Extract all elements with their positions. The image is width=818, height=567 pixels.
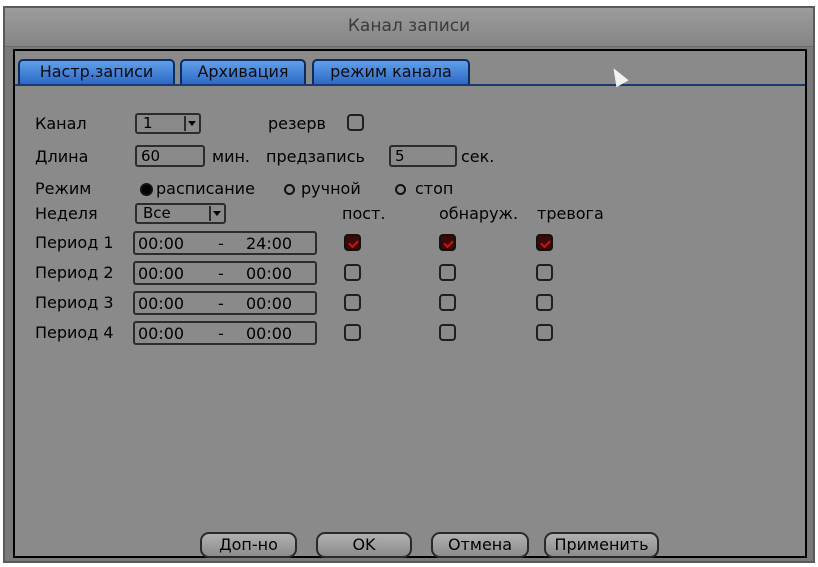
prerecord-label: предзапись — [266, 147, 365, 166]
period-3-motion-checkbox[interactable] — [439, 294, 456, 311]
period-1-sep: - — [218, 234, 224, 253]
period-3-end: 00:00 — [246, 294, 293, 313]
period-2-end: 00:00 — [246, 264, 293, 283]
period-2-time[interactable]: 00:00 - 00:00 — [133, 261, 317, 285]
period-3-constant-checkbox[interactable] — [344, 294, 361, 311]
button-bar: Доп-но OK Отмена Применить — [200, 532, 660, 558]
period-4-sep: - — [218, 324, 224, 343]
period-2-sep: - — [218, 264, 224, 283]
period-1-start: 00:00 — [138, 234, 185, 253]
mode-manual-label: ручной — [301, 179, 361, 198]
period-2-start: 00:00 — [138, 264, 185, 283]
reserve-label: резерв — [268, 114, 326, 133]
min-label: мин. — [212, 147, 251, 166]
tab-channel-mode[interactable]: режим канала — [312, 59, 470, 84]
channel-value: 1 — [143, 114, 153, 132]
period-3-label: Период 3 — [35, 293, 114, 312]
sec-label: сек. — [461, 147, 495, 166]
period-3-sep: - — [218, 294, 224, 313]
mode-manual-radio[interactable] — [284, 184, 295, 195]
week-value: Все — [143, 204, 171, 222]
period-1-time[interactable]: 00:00 - 24:00 — [133, 231, 317, 255]
mode-stop-radio[interactable] — [395, 184, 406, 195]
mode-schedule-radio[interactable] — [140, 183, 153, 196]
prerecord-input[interactable]: 5 — [389, 145, 457, 167]
channel-label: Канал — [35, 114, 87, 133]
period-2-constant-checkbox[interactable] — [344, 264, 361, 281]
tab-record-settings[interactable]: Настр.записи — [18, 59, 175, 84]
channel-select[interactable]: 1 — [135, 113, 201, 134]
title-bar[interactable]: Канал записи — [5, 8, 813, 47]
tab-underline — [15, 84, 805, 86]
col-header-constant: пост. — [342, 204, 386, 223]
period-1-label: Период 1 — [35, 233, 114, 252]
col-header-alarm: тревога — [537, 204, 604, 223]
mode-stop-label: стоп — [415, 179, 454, 198]
period-1-motion-checkbox[interactable] — [439, 234, 456, 251]
week-label: Неделя — [35, 204, 98, 223]
col-header-motion: обнаруж. — [439, 204, 519, 223]
chevron-down-icon — [184, 116, 198, 131]
period-4-time[interactable]: 00:00 - 00:00 — [133, 321, 317, 345]
chevron-down-icon — [209, 206, 223, 221]
period-3-alarm-checkbox[interactable] — [536, 294, 553, 311]
period-4-label: Период 4 — [35, 323, 114, 342]
advanced-button[interactable]: Доп-но — [200, 532, 297, 558]
period-4-alarm-checkbox[interactable] — [536, 324, 553, 341]
period-2-motion-checkbox[interactable] — [439, 264, 456, 281]
period-1-constant-checkbox[interactable] — [344, 234, 361, 251]
mode-schedule-label: расписание — [156, 179, 255, 198]
window-title: Канал записи — [347, 16, 471, 36]
reserve-checkbox[interactable] — [347, 114, 364, 131]
period-2-label: Период 2 — [35, 263, 114, 282]
mode-label: Режим — [35, 179, 92, 198]
cancel-button[interactable]: Отмена — [431, 532, 529, 558]
ok-button[interactable]: OK — [316, 532, 412, 558]
length-input[interactable]: 60 — [135, 145, 205, 167]
period-4-end: 00:00 — [246, 324, 293, 343]
period-1-end: 24:00 — [246, 234, 293, 253]
week-select[interactable]: Все — [135, 203, 226, 224]
record-channel-window: Канал записи Настр.записи Архивация режи… — [3, 6, 815, 563]
tab-archiving[interactable]: Архивация — [180, 59, 306, 84]
period-4-start: 00:00 — [138, 324, 185, 343]
period-4-motion-checkbox[interactable] — [439, 324, 456, 341]
period-4-constant-checkbox[interactable] — [344, 324, 361, 341]
length-label: Длина — [35, 147, 89, 166]
apply-button[interactable]: Применить — [544, 532, 659, 558]
content-panel: Настр.записи Архивация режим канала Кана… — [13, 49, 807, 558]
period-1-alarm-checkbox[interactable] — [536, 234, 553, 251]
period-3-start: 00:00 — [138, 294, 185, 313]
period-2-alarm-checkbox[interactable] — [536, 264, 553, 281]
period-3-time[interactable]: 00:00 - 00:00 — [133, 291, 317, 315]
